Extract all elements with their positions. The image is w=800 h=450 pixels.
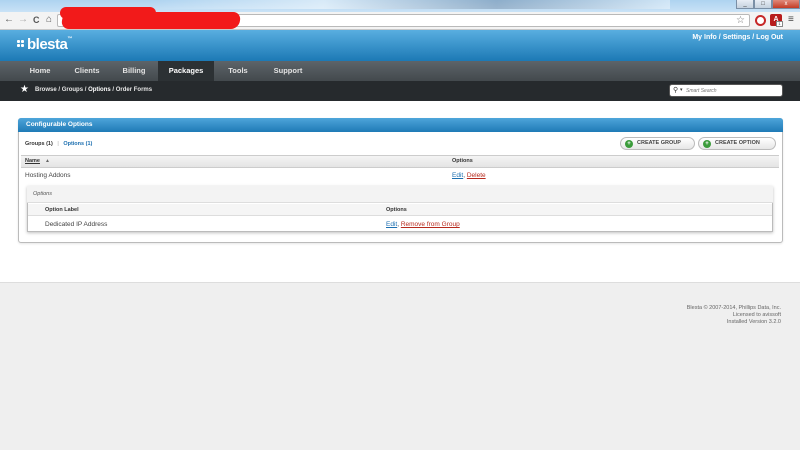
breadcrumb-groups[interactable]: Groups bbox=[62, 87, 83, 93]
reload-icon[interactable]: C bbox=[33, 14, 40, 26]
edit-link[interactable]: Edit bbox=[386, 221, 397, 228]
redaction-mark bbox=[60, 12, 242, 29]
forward-icon[interactable]: → bbox=[18, 14, 28, 26]
nav-item-billing[interactable]: Billing bbox=[112, 61, 156, 81]
create-option-button[interactable]: + CREATE OPTION bbox=[698, 137, 776, 150]
separator: / bbox=[718, 34, 721, 41]
subpanel-title: Options bbox=[27, 186, 773, 203]
window-controls: _ □ x bbox=[736, 0, 800, 9]
breadcrumb: Browse / Groups / Options / Order Forms bbox=[35, 87, 152, 93]
group-name: Hosting Addons bbox=[25, 172, 71, 179]
back-icon[interactable]: ← bbox=[4, 14, 14, 26]
plus-icon: + bbox=[703, 140, 711, 148]
logo-text: blesta bbox=[27, 36, 68, 53]
table-header bbox=[21, 155, 779, 168]
menu-icon[interactable]: ≡ bbox=[788, 13, 794, 27]
option-label: Dedicated IP Address bbox=[45, 221, 108, 228]
maximize-button[interactable]: □ bbox=[754, 0, 772, 9]
home-icon[interactable]: ⌂ bbox=[46, 14, 52, 26]
footer: Blesta © 2007-2014, Phillips Data, Inc. … bbox=[687, 305, 781, 326]
app-header bbox=[0, 30, 800, 61]
address-bar[interactable]: ☆ bbox=[57, 7, 750, 29]
footer-version: Installed Version 3.2.0 bbox=[726, 319, 781, 325]
remove-from-group-link[interactable]: Remove from Group bbox=[401, 221, 460, 228]
browser-toolbar: ← → C ⌂ ☆ bbox=[0, 7, 800, 30]
tab-options[interactable]: Options (1) bbox=[63, 141, 92, 147]
nav-item-home[interactable]: Home bbox=[18, 61, 62, 81]
edit-link[interactable]: Edit bbox=[452, 172, 463, 179]
sort-ascending-icon[interactable]: ▲ bbox=[45, 158, 50, 164]
create-option-label: CREATE OPTION bbox=[715, 140, 760, 146]
extension-badge: 1 bbox=[776, 21, 783, 27]
delete-link[interactable]: Delete bbox=[467, 172, 486, 179]
footer-license: Licensed to avissoft bbox=[732, 312, 781, 318]
breadcrumb-options[interactable]: Options bbox=[88, 87, 111, 93]
separator: / bbox=[752, 34, 755, 41]
breadcrumb-browse[interactable]: Browse bbox=[35, 87, 57, 93]
nav-item-packages[interactable]: Packages bbox=[158, 61, 214, 81]
table-row bbox=[21, 169, 779, 182]
search-input[interactable] bbox=[686, 86, 780, 96]
logo-mark-icon bbox=[17, 40, 26, 49]
footer-divider bbox=[0, 282, 800, 283]
nav-item-support[interactable]: Support bbox=[262, 61, 314, 81]
smart-search: ⚲ ▾ bbox=[669, 84, 783, 97]
nav-item-tools[interactable]: Tools bbox=[216, 61, 260, 81]
minimize-button[interactable]: _ bbox=[736, 0, 754, 9]
panel-title: Configurable Options bbox=[18, 118, 783, 132]
column-header-name-label: Name bbox=[25, 158, 40, 164]
tab-groups[interactable]: Groups (1) bbox=[25, 141, 53, 147]
footer-copyright: Blesta © 2007-2014, Phillips Data, Inc. bbox=[686, 305, 781, 311]
create-group-label: CREATE GROUP bbox=[637, 140, 681, 146]
star-icon[interactable]: ★ bbox=[20, 84, 29, 96]
search-icon[interactable]: ⚲ bbox=[673, 86, 678, 94]
tab-separator: | bbox=[57, 141, 59, 147]
close-button[interactable]: x bbox=[772, 0, 800, 9]
panel-tabs: Groups (1) | Options (1) bbox=[25, 141, 92, 147]
logo-tm: ™ bbox=[67, 36, 72, 42]
titlebar-background bbox=[150, 0, 670, 9]
top-links: My Info / Settings / Log Out bbox=[692, 34, 783, 41]
breadcrumb-order-forms[interactable]: Order Forms bbox=[116, 87, 152, 93]
option-actions: Edit, Remove from Group bbox=[386, 221, 460, 228]
column-header-options: Options bbox=[386, 207, 407, 213]
my-info-link[interactable]: My Info bbox=[692, 34, 717, 41]
create-group-button[interactable]: + CREATE GROUP bbox=[620, 137, 695, 150]
column-header-option-label: Option Label bbox=[45, 207, 79, 213]
column-header-name[interactable]: Name bbox=[25, 158, 40, 164]
extension-icon[interactable] bbox=[755, 15, 766, 26]
nav-item-clients[interactable]: Clients bbox=[64, 61, 110, 81]
plus-icon: + bbox=[625, 140, 633, 148]
row-actions: Edit, Delete bbox=[452, 172, 486, 179]
column-header-options: Options bbox=[452, 158, 473, 164]
blesta-logo[interactable]: blesta™ bbox=[17, 36, 72, 53]
settings-link[interactable]: Settings bbox=[723, 34, 751, 41]
chevron-down-icon[interactable]: ▾ bbox=[680, 87, 683, 93]
bookmark-star-icon[interactable]: ☆ bbox=[736, 15, 745, 27]
logout-link[interactable]: Log Out bbox=[756, 34, 783, 41]
